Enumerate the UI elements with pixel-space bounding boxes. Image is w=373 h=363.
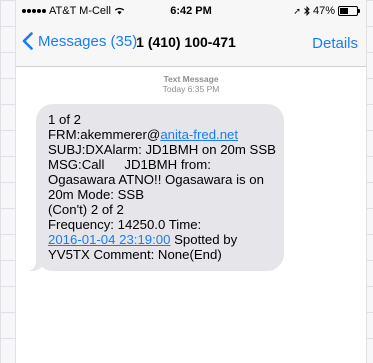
message-line: FRM:akemmerer@anita-fred.net [48, 127, 273, 142]
message-line: Ogasawara ATNO!! Ogasawara is on [48, 172, 264, 187]
battery-fill [340, 8, 348, 14]
email-domain-link[interactable]: anita-fred.net [160, 127, 238, 142]
message-text: MSG:Call [48, 157, 105, 172]
message-line: Frequency: 14250.0 Time: [48, 217, 202, 232]
navigation-bar: Messages (35) 1 (410) 100-471 Details [16, 22, 366, 67]
message-line: (Con't) 2 of 2 [48, 202, 124, 217]
incoming-message-bubble[interactable]: 1 of 2 FRM:akemmerer@anita-fred.net SUBJ… [26, 104, 284, 271]
chevron-left-icon [22, 32, 33, 50]
date-time-link[interactable]: 2016-01-04 23:19:00 [48, 232, 170, 247]
message-line: MSG:Call JD1BMH from: [48, 157, 273, 172]
phone-screen: AT&T M-Cell 6:42 PM ➚ 47% Messages (35) … [16, 0, 366, 363]
message-line: 1 of 2 [48, 112, 81, 127]
message-timestamp: Text Message Today 6:35 PM [16, 74, 366, 94]
timestamp-label: Text Message [163, 74, 219, 84]
battery-icon [338, 6, 360, 16]
bluetooth-icon [304, 6, 310, 16]
message-line: SUBJ:DXAlarm: JD1BMH on 20m SSB [48, 142, 276, 157]
message-text: FRM:akemmerer@ [48, 127, 161, 142]
message-text: Spotted by [170, 232, 238, 247]
timestamp-time: Today 6:35 PM [162, 84, 220, 94]
status-bar: AT&T M-Cell 6:42 PM ➚ 47% [16, 0, 366, 22]
status-bar-right: ➚ 47% [293, 5, 360, 17]
message-line: 2016-01-04 23:19:00 Spotted by [48, 232, 273, 247]
location-arrow-icon: ➚ [293, 5, 301, 16]
contact-title[interactable]: 1 (410) 100-471 [136, 34, 236, 50]
details-button[interactable]: Details [312, 35, 358, 52]
back-to-messages-button[interactable]: Messages (35) [22, 32, 137, 50]
message-line: 20m Mode: SSB [48, 187, 145, 202]
message-line: YV5TX Comment: None(End) [48, 247, 222, 262]
battery-percentage: 47% [312, 5, 335, 17]
message-text: JD1BMH from: [124, 157, 211, 172]
back-button-label: Messages (35) [38, 32, 138, 50]
